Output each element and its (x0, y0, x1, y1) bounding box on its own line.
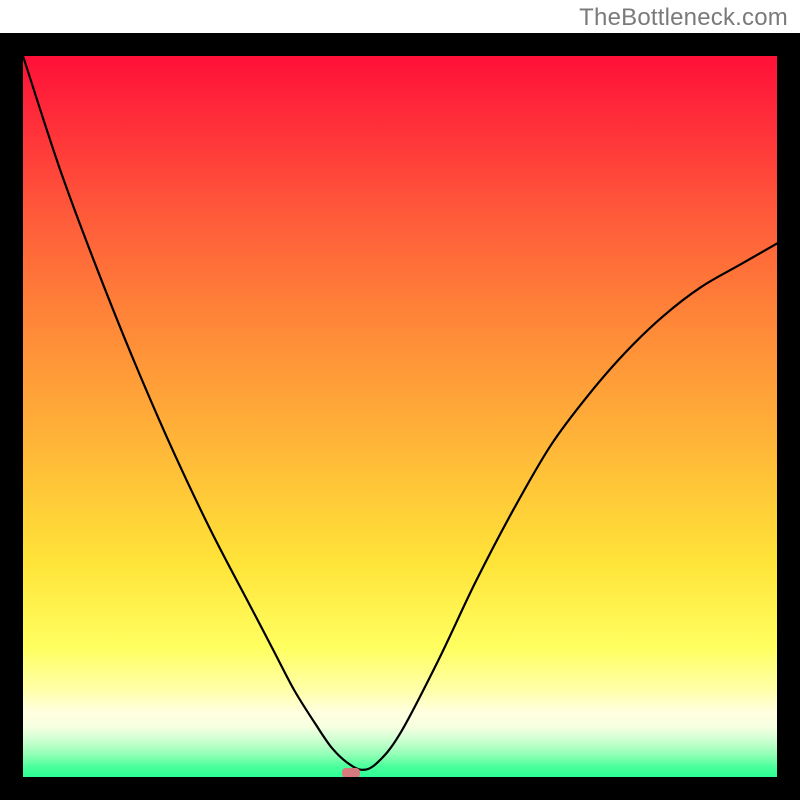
curve-path (23, 56, 777, 770)
chart-frame (0, 33, 800, 800)
minimum-marker (342, 768, 360, 777)
bottleneck-curve (23, 56, 777, 777)
plot-area (23, 56, 777, 777)
watermark-text: TheBottleneck.com (579, 4, 788, 32)
